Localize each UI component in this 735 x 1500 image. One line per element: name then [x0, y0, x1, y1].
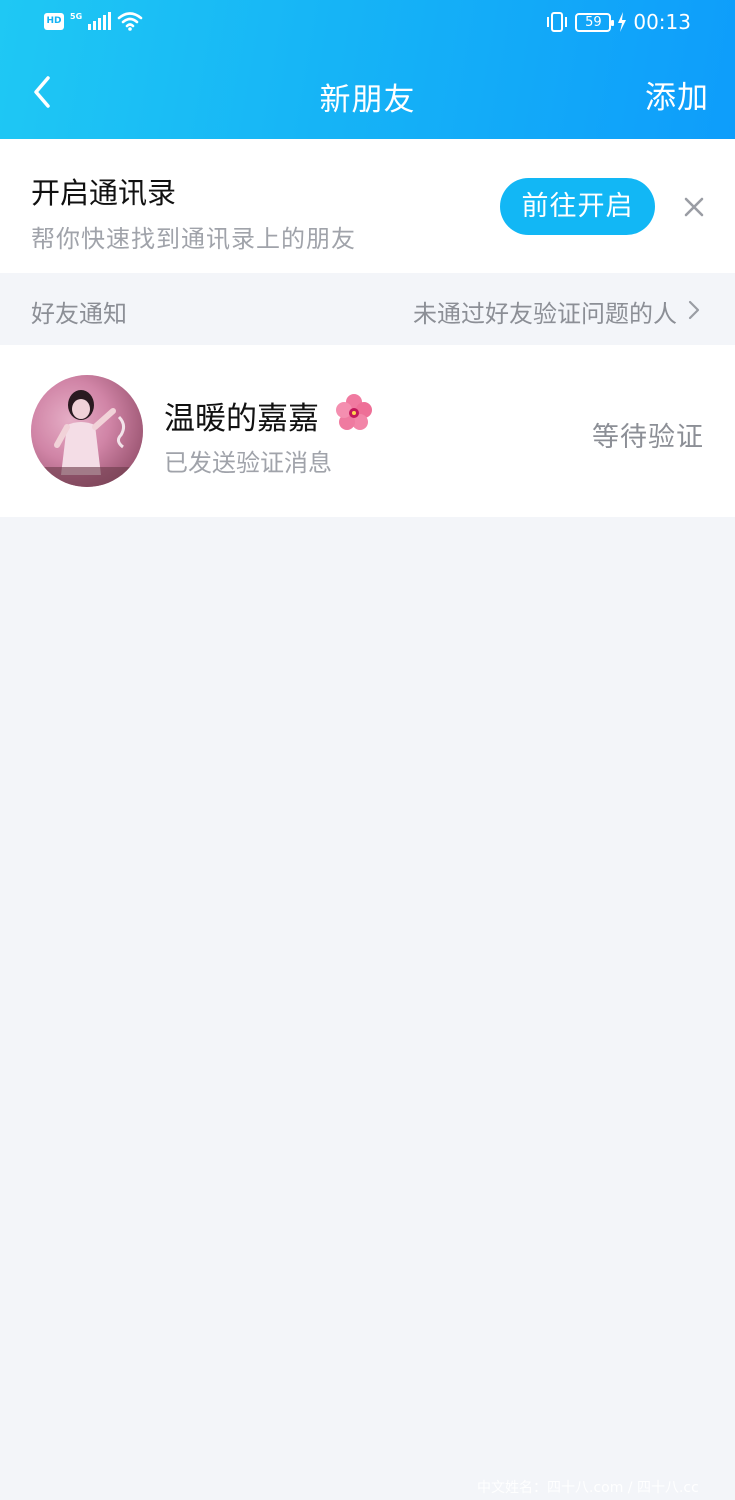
status-badge: 等待验证 [592, 422, 704, 453]
clock: 00:13 [633, 10, 691, 34]
app-header: HD 5G 59 00:13 新朋友 添加 [0, 0, 735, 139]
chevron-right-icon[interactable] [687, 298, 701, 322]
battery-level: 59 [585, 14, 602, 30]
add-friend-button[interactable]: 添加 [645, 72, 709, 117]
status-bar: HD 5G 59 00:13 [0, 0, 735, 46]
charging-icon [618, 12, 627, 32]
contacts-prompt-card: 开启通讯录 帮你快速找到通讯录上的朋友 前往开启 [0, 139, 735, 273]
friend-request-message: 已发送验证消息 [164, 449, 332, 477]
hibiscus-flower-icon [336, 394, 372, 430]
vibrate-icon [547, 12, 568, 32]
5g-signal-icon [88, 12, 112, 30]
wifi-icon [117, 12, 143, 31]
contacts-prompt-title: 开启通讯录 [31, 176, 177, 210]
watermark: 中文姓名：四十八.com / 四十八.cc [477, 1480, 699, 1496]
status-bar-right: 59 00:13 [545, 10, 691, 34]
nav-bar: 新朋友 添加 [0, 60, 735, 124]
page-title: 新朋友 [319, 82, 416, 118]
status-bar-left: HD 5G [44, 11, 143, 31]
enable-contacts-button[interactable]: 前往开启 [500, 178, 655, 235]
friend-name: 温暖的嘉嘉 [164, 401, 319, 437]
failed-verification-link[interactable]: 未通过好友验证问题的人 [413, 294, 677, 329]
section-title: 好友通知 [31, 300, 127, 328]
battery-icon: 59 [575, 12, 615, 32]
network-type: 5G [70, 12, 83, 21]
close-icon[interactable] [680, 193, 708, 221]
hd-icon: HD [44, 12, 64, 30]
contacts-prompt-subtitle: 帮你快速找到通讯录上的朋友 [31, 225, 356, 253]
avatar[interactable] [31, 375, 143, 487]
friend-notifications-header: 好友通知 未通过好友验证问题的人 [0, 273, 735, 345]
friend-request-item[interactable]: 温暖的嘉嘉 已发送验证消息 等待验证 [0, 345, 735, 517]
avatar-photo [31, 375, 143, 487]
